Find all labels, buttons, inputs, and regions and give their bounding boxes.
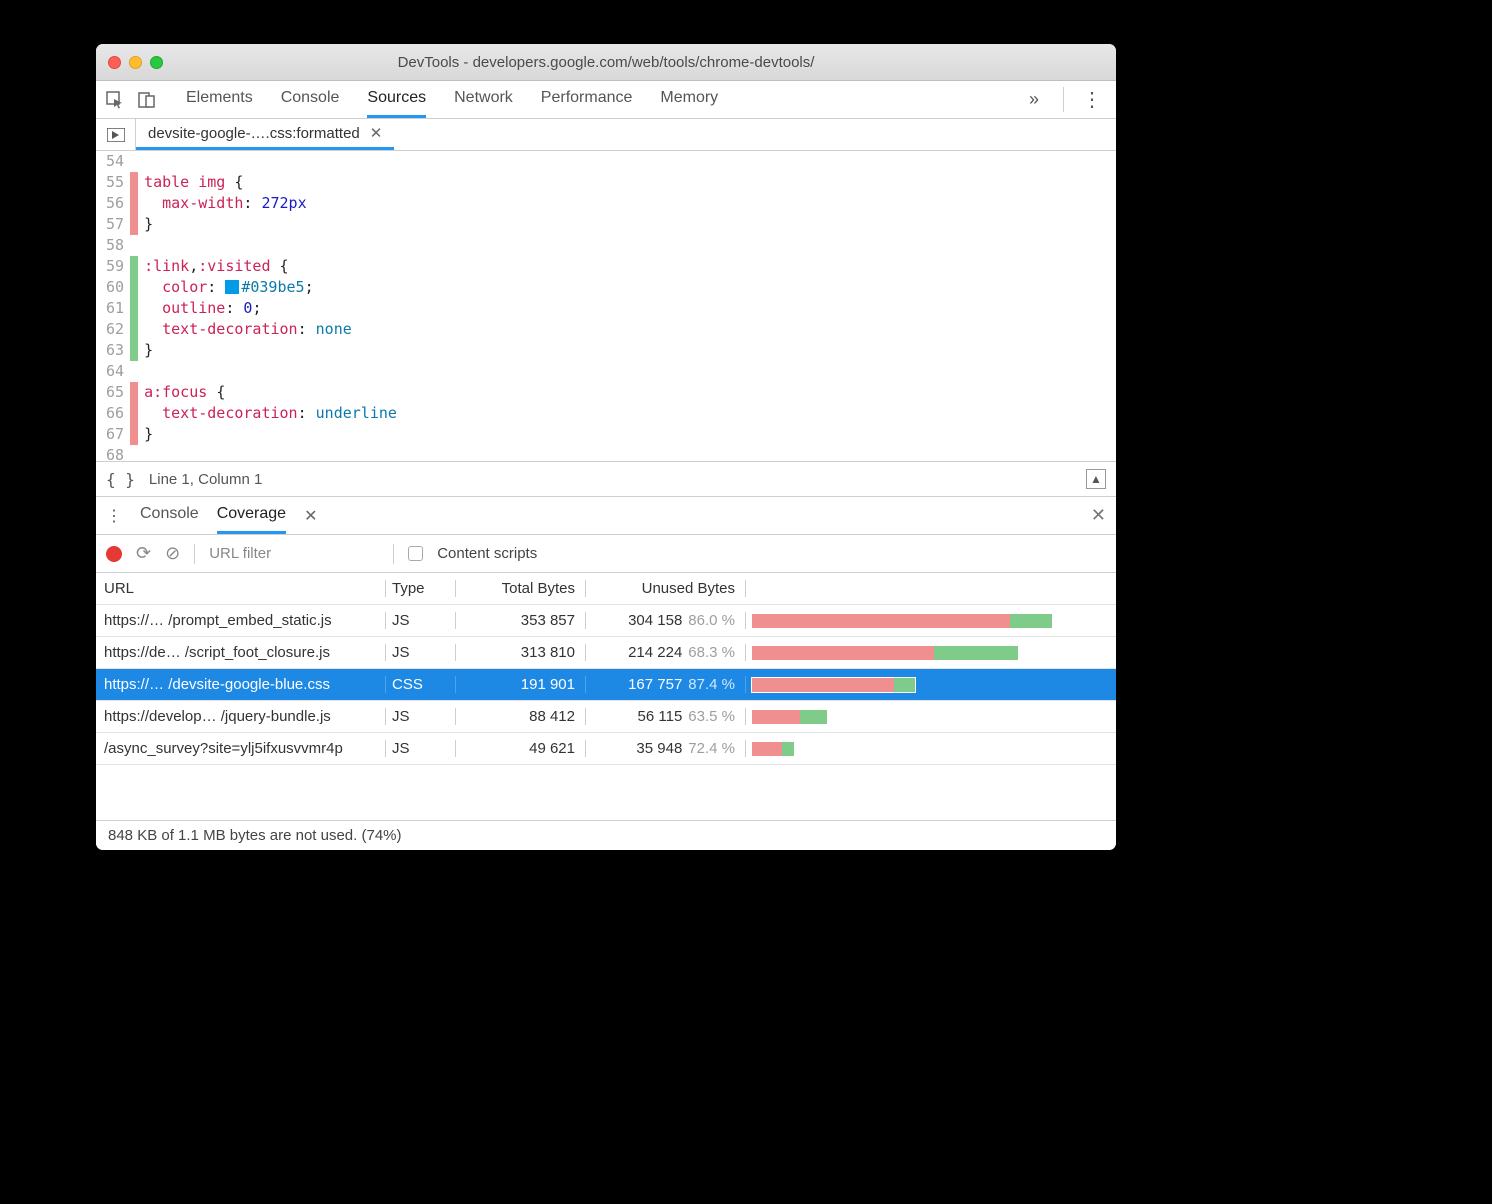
cell-type: JS: [386, 644, 456, 661]
col-header-type[interactable]: Type: [386, 580, 456, 597]
tab-console[interactable]: Console: [281, 81, 340, 118]
window-traffic-lights: [96, 56, 163, 69]
drawer-tabs: Console Coverage: [140, 497, 286, 534]
coverage-row[interactable]: https://… /prompt_embed_static.jsJS353 8…: [96, 605, 1116, 637]
content-scripts-checkbox[interactable]: [408, 546, 423, 561]
devtools-window: DevTools - developers.google.com/web/too…: [96, 44, 1116, 850]
coverage-table-body: https://… /prompt_embed_static.jsJS353 8…: [96, 605, 1116, 765]
minimize-window-button[interactable]: [129, 56, 142, 69]
cell-unused: 35 94872.4 %: [586, 740, 746, 757]
cell-type: JS: [386, 740, 456, 757]
toolbar-separator: [393, 544, 394, 564]
clear-icon[interactable]: ⊘: [165, 543, 180, 564]
reload-icon[interactable]: ⟳: [136, 543, 151, 564]
cell-total: 353 857: [456, 612, 586, 629]
cell-bar: [746, 742, 1116, 756]
tab-sources[interactable]: Sources: [367, 81, 426, 118]
tab-memory[interactable]: Memory: [660, 81, 718, 118]
file-tab[interactable]: devsite-google-….css:formatted ✕: [136, 119, 394, 150]
record-button[interactable]: [106, 546, 122, 562]
editor-status-bar: { } Line 1, Column 1 ▲: [96, 461, 1116, 497]
url-filter-input[interactable]: URL filter: [209, 545, 379, 562]
drawer-menu-icon[interactable]: ⋮: [106, 506, 122, 526]
cell-unused: 304 15886.0 %: [586, 612, 746, 629]
coverage-row[interactable]: https://develop… /jquery-bundle.jsJS88 4…: [96, 701, 1116, 733]
navigator-toggle-icon[interactable]: [96, 119, 136, 150]
code-editor[interactable]: 545556575859606162636465666768 table img…: [96, 151, 1116, 461]
inspect-element-icon[interactable]: [104, 89, 126, 111]
file-tab-label: devsite-google-….css:formatted: [148, 125, 360, 142]
coverage-table-header: URL Type Total Bytes Unused Bytes: [96, 573, 1116, 605]
cell-total: 88 412: [456, 708, 586, 725]
pretty-print-icon[interactable]: { }: [106, 470, 135, 489]
tab-network[interactable]: Network: [454, 81, 513, 118]
window-title: DevTools - developers.google.com/web/too…: [96, 54, 1116, 71]
cell-url: https://… /devsite-google-blue.css: [96, 676, 386, 693]
close-window-button[interactable]: [108, 56, 121, 69]
zoom-window-button[interactable]: [150, 56, 163, 69]
tab-elements[interactable]: Elements: [186, 81, 253, 118]
drawer-tab-console[interactable]: Console: [140, 497, 199, 534]
cell-total: 191 901: [456, 676, 586, 693]
devtools-toolbar: Elements Console Sources Network Performance…: [96, 81, 1116, 119]
drawer-tab-coverage[interactable]: Coverage: [217, 497, 286, 534]
overflow-tabs-icon[interactable]: »: [1019, 89, 1049, 110]
cell-total: 49 621: [456, 740, 586, 757]
window-titlebar: DevTools - developers.google.com/web/too…: [96, 44, 1116, 81]
cell-url: https://… /prompt_embed_static.js: [96, 612, 386, 629]
coverage-toolbar: ⟳ ⊘ URL filter Content scripts: [96, 535, 1116, 573]
tab-performance[interactable]: Performance: [541, 81, 633, 118]
code-content: table img { max-width: 272px} :link,:vis…: [138, 151, 397, 461]
cell-bar: [746, 614, 1116, 628]
cell-unused: 214 22468.3 %: [586, 644, 746, 661]
cell-type: JS: [386, 708, 456, 725]
cell-type: JS: [386, 612, 456, 629]
cell-unused: 56 11563.5 %: [586, 708, 746, 725]
coverage-row[interactable]: https://… /devsite-google-blue.cssCSS191…: [96, 669, 1116, 701]
drawer-header: ⋮ Console Coverage ✕ ✕: [96, 497, 1116, 535]
toolbar-separator: [194, 544, 195, 564]
cell-bar: [746, 678, 1116, 692]
coverage-gutter: [130, 151, 138, 461]
coverage-summary: 848 KB of 1.1 MB bytes are not used. (74…: [96, 820, 1116, 850]
line-number-gutter: 545556575859606162636465666768: [96, 151, 130, 461]
close-file-tab-icon[interactable]: ✕: [370, 124, 383, 142]
cell-url: https://de… /script_foot_closure.js: [96, 644, 386, 661]
cell-bar: [746, 710, 1116, 724]
cell-url: /async_survey?site=ylj5ifxusvvmr4p: [96, 740, 386, 757]
close-drawer-tab-icon[interactable]: ✕: [304, 506, 317, 526]
cell-unused: 167 75787.4 %: [586, 676, 746, 693]
cell-bar: [746, 646, 1116, 660]
content-scripts-label: Content scripts: [437, 545, 537, 562]
toggle-sidebar-icon[interactable]: ▲: [1086, 469, 1106, 489]
device-toolbar-icon[interactable]: [136, 89, 158, 111]
sources-file-tabs: devsite-google-….css:formatted ✕: [96, 119, 1116, 151]
cell-total: 313 810: [456, 644, 586, 661]
coverage-table: URL Type Total Bytes Unused Bytes https:…: [96, 573, 1116, 820]
coverage-row[interactable]: https://de… /script_foot_closure.jsJS313…: [96, 637, 1116, 669]
close-drawer-icon[interactable]: ✕: [1091, 505, 1106, 526]
col-header-url[interactable]: URL: [96, 580, 386, 597]
coverage-summary-text: 848 KB of 1.1 MB bytes are not used. (74…: [108, 827, 402, 844]
cursor-position: Line 1, Column 1: [149, 471, 262, 488]
settings-menu-icon[interactable]: ⋮: [1063, 87, 1108, 112]
cell-type: CSS: [386, 676, 456, 693]
main-panel-tabs: Elements Console Sources Network Performance…: [186, 81, 718, 118]
col-header-total[interactable]: Total Bytes: [456, 580, 586, 597]
coverage-row[interactable]: /async_survey?site=ylj5ifxusvvmr4pJS49 6…: [96, 733, 1116, 765]
col-header-unused[interactable]: Unused Bytes: [586, 580, 746, 597]
cell-url: https://develop… /jquery-bundle.js: [96, 708, 386, 725]
